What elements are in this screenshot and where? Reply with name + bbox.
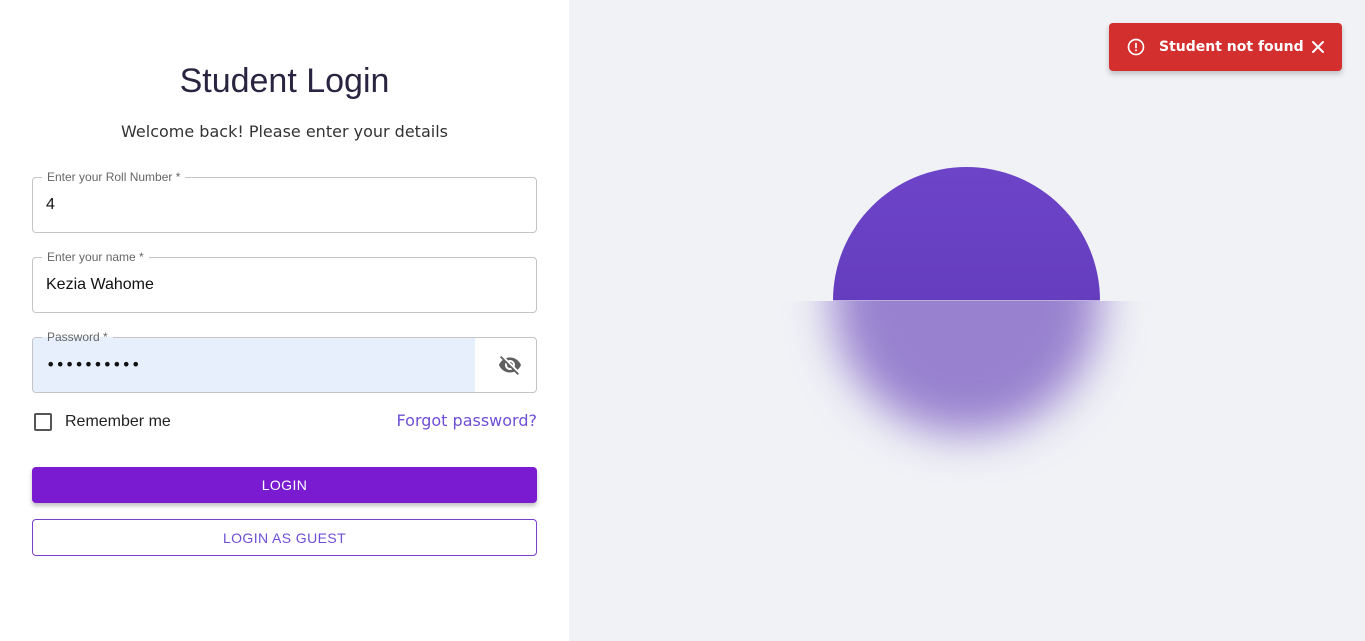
login-as-guest-button[interactable]: LOGIN AS GUEST [32, 519, 537, 556]
login-button[interactable]: LOGIN [32, 467, 537, 503]
name-field[interactable]: Enter your name * Kezia Wahome [32, 249, 537, 313]
frosted-glass-overlay [769, 300, 1165, 500]
password-input[interactable]: •••••••••• [46, 338, 140, 392]
error-outline-icon [1126, 37, 1146, 57]
name-input[interactable]: Kezia Wahome [33, 258, 536, 312]
page-subtitle: Welcome back! Please enter your details [121, 122, 448, 141]
remember-me[interactable]: Remember me [32, 410, 171, 434]
login-page: Student Login Welcome back! Please enter… [0, 0, 1365, 641]
page-title: Student Login [179, 62, 390, 100]
error-toast: Student not found [1109, 23, 1342, 71]
forgot-password-link[interactable]: Forgot password? [397, 411, 537, 430]
toast-message: Student not found [1159, 39, 1304, 55]
illustration-panel [569, 0, 1365, 641]
login-panel: Student Login Welcome back! Please enter… [0, 0, 569, 641]
close-icon[interactable] [1308, 37, 1328, 57]
roll-number-field[interactable]: Enter your Roll Number * 4 [32, 169, 537, 233]
visibility-off-icon[interactable] [494, 349, 526, 381]
password-field[interactable]: Password * •••••••••• [32, 329, 537, 393]
remember-me-label: Remember me [65, 413, 171, 430]
roll-number-input[interactable]: 4 [33, 178, 536, 232]
remember-me-checkbox[interactable] [34, 413, 52, 431]
